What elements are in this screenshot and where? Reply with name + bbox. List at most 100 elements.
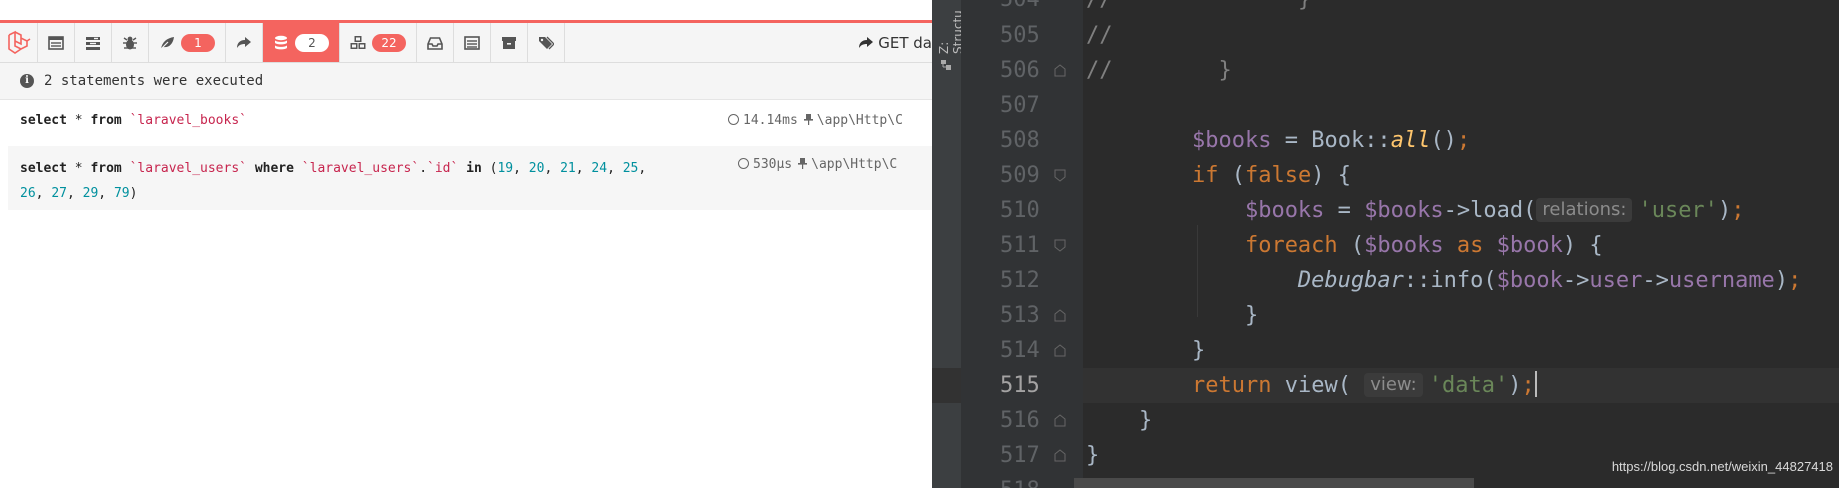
share-icon [859, 36, 874, 48]
sql-table-name: `laravel_users` [301, 161, 420, 176]
debugbar-panel: 1 2 22 GET da i 2 statements were execut… [0, 0, 932, 488]
code-token: :: [1403, 268, 1431, 293]
sql-number: 20 [528, 161, 545, 176]
code-keyword: return [1191, 373, 1272, 398]
laravel-logo-icon[interactable] [0, 23, 38, 62]
tab-session[interactable] [491, 23, 528, 62]
sql-table-name: `laravel_books` [129, 113, 247, 128]
code-line[interactable]: 504 // } [932, 0, 1839, 17]
code-text: } [1083, 403, 1152, 438]
request-info[interactable]: GET da [850, 23, 932, 62]
text-caret [1534, 371, 1537, 397]
tab-exceptions[interactable] [112, 23, 149, 62]
code-line-current[interactable]: 515 return view( view:'data'); [932, 368, 1839, 403]
list-alt-icon [464, 35, 480, 50]
code-line[interactable]: 516 } [932, 403, 1839, 438]
sql-token: * [74, 161, 83, 176]
code-line[interactable]: 513 } [932, 298, 1839, 333]
code-string: 'data' [1428, 373, 1509, 398]
database-icon [275, 35, 287, 49]
clock-icon [728, 114, 739, 125]
statement-meta: 530μs \app\Http\C [738, 156, 897, 174]
code-comment: // [1086, 0, 1113, 12]
fold-marker-icon[interactable] [1054, 344, 1066, 357]
fold-marker-icon[interactable] [1054, 64, 1066, 77]
code-line[interactable]: 506 // } [932, 53, 1839, 88]
sql-number: 29 [82, 186, 99, 201]
code-line[interactable]: 512 Debugbar::info($book->user->username… [932, 263, 1839, 298]
tab-route[interactable] [226, 23, 263, 62]
code-property: user [1589, 268, 1643, 293]
tab-timeline[interactable] [75, 23, 112, 62]
code-text: } [1083, 298, 1258, 333]
code-function: all [1390, 128, 1431, 153]
code-keyword: if [1191, 163, 1219, 188]
sql-statement-row[interactable]: select * from `laravel_books` 14.14ms \ap… [8, 107, 932, 137]
code-text: // } [1083, 0, 1311, 17]
sql-number: 79 [113, 186, 130, 201]
code-property: username [1668, 268, 1775, 293]
thumbtack-icon [803, 114, 813, 125]
tab-models[interactable]: 22 [340, 23, 417, 62]
statement-source-path: \app\Http\C [816, 113, 903, 128]
code-text: return view( view:'data'); [1191, 371, 1537, 398]
code-line[interactable]: 514 } [932, 333, 1839, 368]
code-variable: $book [1496, 233, 1563, 258]
request-label: GET da [878, 33, 932, 52]
sql-keyword: select [20, 113, 67, 128]
code-string: 'user' [1638, 198, 1718, 223]
code-class: Debugbar [1297, 268, 1404, 293]
line-number: 510 [961, 193, 1083, 228]
code-line[interactable]: 508 $books = Book::all(); [932, 123, 1839, 158]
sql-number: 27 [51, 186, 67, 201]
code-text: // [1083, 18, 1113, 53]
code-token: -> [1562, 268, 1590, 293]
fold-marker-icon[interactable] [1054, 239, 1066, 252]
code-keyword: foreach [1244, 233, 1338, 258]
code-line[interactable]: 505 // [932, 18, 1839, 53]
code-text: } [1083, 333, 1205, 368]
tab-messages[interactable] [38, 23, 75, 62]
fold-marker-icon[interactable] [1054, 449, 1066, 462]
horizontal-scrollbar[interactable] [1074, 478, 1474, 488]
code-text: } [1083, 438, 1099, 473]
code-text: $books = Book::all(); [1191, 128, 1471, 153]
sql-number: 26 [20, 186, 36, 201]
fold-marker-icon[interactable] [1054, 169, 1066, 182]
code-function: view [1284, 373, 1338, 398]
code-line[interactable]: 507 [932, 88, 1839, 123]
code-line[interactable]: 511 foreach ($books as $book) { [932, 228, 1839, 263]
code-text: foreach ($books as $book) { [1244, 233, 1603, 258]
inbox-icon [427, 36, 443, 50]
fold-marker-icon[interactable] [1054, 414, 1066, 427]
tab-queries[interactable]: 2 [263, 23, 340, 62]
code-line[interactable]: 509 if (false) { [932, 158, 1839, 193]
sql-keyword: from [90, 113, 122, 128]
code-token: } [1244, 303, 1259, 328]
thumbtack-icon [798, 158, 808, 169]
code-text: Debugbar::info($book->user->username); [1297, 268, 1802, 293]
code-function: load [1470, 198, 1524, 223]
code-token: = [1271, 128, 1312, 153]
tab-gate[interactable] [454, 23, 491, 62]
code-keyword: as [1456, 233, 1484, 258]
code-editor: Z: Structu 504 // } 505 // 506 // } 507 … [932, 0, 1839, 488]
tab-mails[interactable] [417, 23, 454, 62]
tab-views[interactable]: 1 [149, 23, 226, 62]
tab-request[interactable] [528, 23, 565, 62]
sql-keyword: from [90, 161, 122, 176]
sql-number: 24 [591, 161, 608, 176]
code-text: $books = $books->load(relations:'user'); [1244, 198, 1745, 223]
watermark-text: https://blog.csdn.net/weixin_44827418 [1611, 459, 1833, 474]
cubes-icon [350, 35, 366, 49]
archive-icon [502, 36, 516, 49]
code-line[interactable]: 510 $books = $books->load(relations:'use… [932, 193, 1839, 228]
models-count-badge: 22 [372, 33, 406, 52]
code-token: } [1138, 408, 1153, 433]
leaf-icon [159, 36, 174, 50]
sql-statement-row[interactable]: select * from `laravel_users` where `lar… [8, 146, 932, 210]
list-icon [48, 35, 64, 50]
fold-marker-icon[interactable] [1054, 309, 1066, 322]
line-number: 507 [961, 88, 1083, 123]
sql-keyword: in [466, 161, 482, 176]
